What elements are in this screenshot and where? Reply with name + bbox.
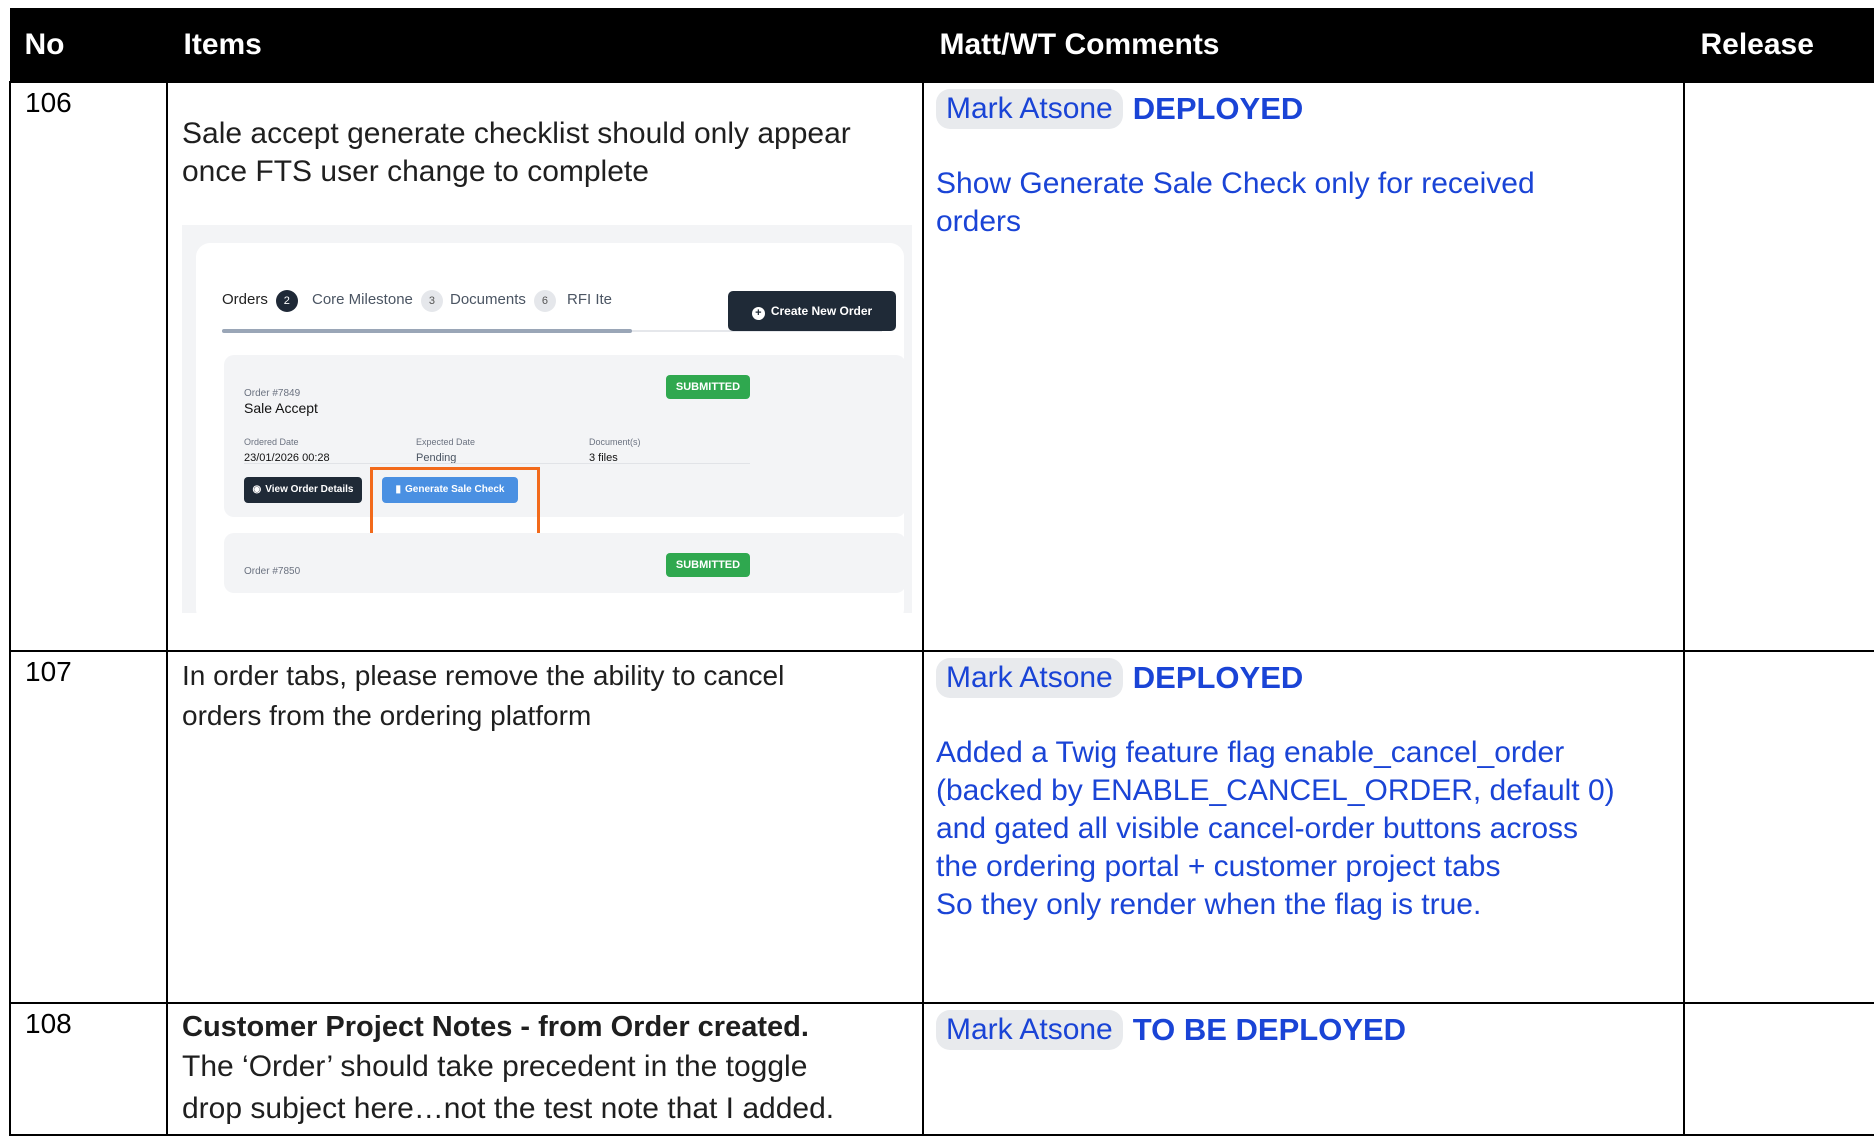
row-number: 107: [9, 650, 168, 1004]
tab-count: 3: [420, 290, 443, 312]
comment-text: Show Generate Sale Check only for receiv…: [936, 165, 1663, 241]
status-badge: SUBMITTED: [666, 553, 750, 577]
ordered-date-value: 23/01/2026 00:28: [244, 452, 330, 464]
item-line: In order tabs, please remove the ability…: [182, 660, 785, 691]
tab-label: Documents: [450, 291, 526, 308]
status-text: TO BE DEPLOYED: [1132, 1012, 1407, 1047]
item-title: Customer Project Notes - from Order crea…: [182, 1011, 809, 1043]
row-number: 106: [9, 81, 168, 652]
item-text: Sale accept generate checklist should on…: [182, 117, 851, 188]
row-number: 108: [9, 1002, 168, 1136]
tab-underline: [222, 329, 632, 333]
status-text: DEPLOYED: [1132, 91, 1304, 126]
tab-count: 2: [275, 290, 298, 312]
tab-label: Orders: [222, 291, 268, 308]
item-line: The ‘Order’ should take precedent in the…: [182, 1050, 808, 1083]
item-text: The ‘Order’ should take precedent in the…: [182, 1046, 902, 1130]
header-release: Release: [1683, 8, 1874, 83]
item-cell[interactable]: Sale accept generate checklist should on…: [166, 81, 924, 652]
release-cell[interactable]: [1683, 81, 1874, 652]
header-no: No: [9, 8, 168, 83]
tab-label: Core Milestone: [312, 291, 413, 308]
order-card: Order #7850 SUBMITTED: [224, 533, 906, 593]
comment-cell[interactable]: Mark Atsone DEPLOYED Added a Twig feature…: [922, 650, 1685, 1004]
view-order-details-label: View Order Details: [265, 484, 354, 495]
comment-line: the ordering portal + customer project t…: [936, 850, 1501, 883]
assignee-chip[interactable]: Mark Atsone: [936, 89, 1123, 129]
create-new-order-button: + Create New Order: [728, 291, 896, 331]
release-cell[interactable]: [1683, 650, 1874, 1004]
comment-line: So they only render when the flag is tru…: [936, 888, 1482, 921]
comment-line: Added a Twig feature flag enable_cancel_…: [936, 736, 1565, 769]
status-badge: SUBMITTED: [666, 375, 750, 399]
tracker-table: No Items Matt/WT Comments Release 106 Sa…: [9, 8, 1874, 1136]
item-line: drop subject here…not the test note that…: [182, 1092, 835, 1125]
comment-text: Added a Twig feature flag enable_cancel_…: [936, 734, 1663, 924]
comment-line: orders: [936, 205, 1022, 238]
create-new-order-label: Create New Order: [770, 304, 873, 318]
assignee-chip[interactable]: Mark Atsone: [936, 1010, 1123, 1050]
tab-count: 6: [533, 290, 556, 312]
order-divider: [244, 463, 750, 464]
tracker-sheet: No Items Matt/WT Comments Release 106 Sa…: [9, 8, 1874, 1136]
comment-cell[interactable]: Mark Atsone DEPLOYED Show Generate Sale C…: [922, 81, 1685, 652]
table-row: 106 Sale accept generate checklist shoul…: [9, 81, 1874, 652]
item-line: orders from the ordering platform: [182, 700, 592, 731]
order-number: Order #7850: [244, 566, 301, 577]
documents-value: 3 files: [589, 452, 618, 464]
orders-panel: Orders 2 Core Milestone 3 Documents 6 RFI I…: [196, 243, 906, 613]
item-cell[interactable]: Customer Project Notes - from Order crea…: [166, 1002, 924, 1136]
tab-rfi: RFI Ite: [567, 281, 612, 319]
comment-cell[interactable]: Mark Atsone TO BE DEPLOYED: [922, 1002, 1685, 1136]
comment-line: Show Generate Sale Check only for receiv…: [936, 167, 1535, 200]
tab-core-milestone: Core Milestone 3: [312, 281, 443, 319]
order-card: Order #7849 Sale Accept SUBMITTED Ordere…: [224, 355, 906, 543]
tab-orders: Orders 2: [222, 281, 298, 319]
header-row: No Items Matt/WT Comments Release: [9, 8, 1874, 83]
eye-icon: ◉: [252, 484, 262, 495]
item-text: In order tabs, please remove the ability…: [182, 656, 902, 736]
header-items: Items: [166, 8, 924, 83]
status-text: DEPLOYED: [1132, 660, 1304, 695]
tab-label: RFI Ite: [567, 291, 613, 308]
header-comments: Matt/WT Comments: [922, 8, 1685, 83]
comment-line: and gated all visible cancel-order butto…: [936, 812, 1579, 845]
view-order-details-button: ◉ View Order Details: [244, 477, 362, 503]
plus-icon: +: [751, 307, 765, 320]
order-name: Sale Accept: [244, 400, 318, 416]
table-row: 107 In order tabs, please remove the abi…: [9, 650, 1874, 1004]
assignee-chip[interactable]: Mark Atsone: [936, 658, 1123, 698]
embedded-screenshot: Orders 2 Core Milestone 3 Documents 6 RFI I…: [182, 225, 912, 613]
table-row: 108 Customer Project Notes - from Order …: [9, 1002, 1874, 1136]
tab-documents: Documents 6: [450, 281, 556, 319]
release-cell[interactable]: [1683, 1002, 1874, 1136]
highlight-box: [370, 467, 540, 543]
comment-line: (backed by ENABLE_CANCEL_ORDER, default …: [936, 774, 1615, 807]
item-cell[interactable]: In order tabs, please remove the ability…: [166, 650, 924, 1004]
